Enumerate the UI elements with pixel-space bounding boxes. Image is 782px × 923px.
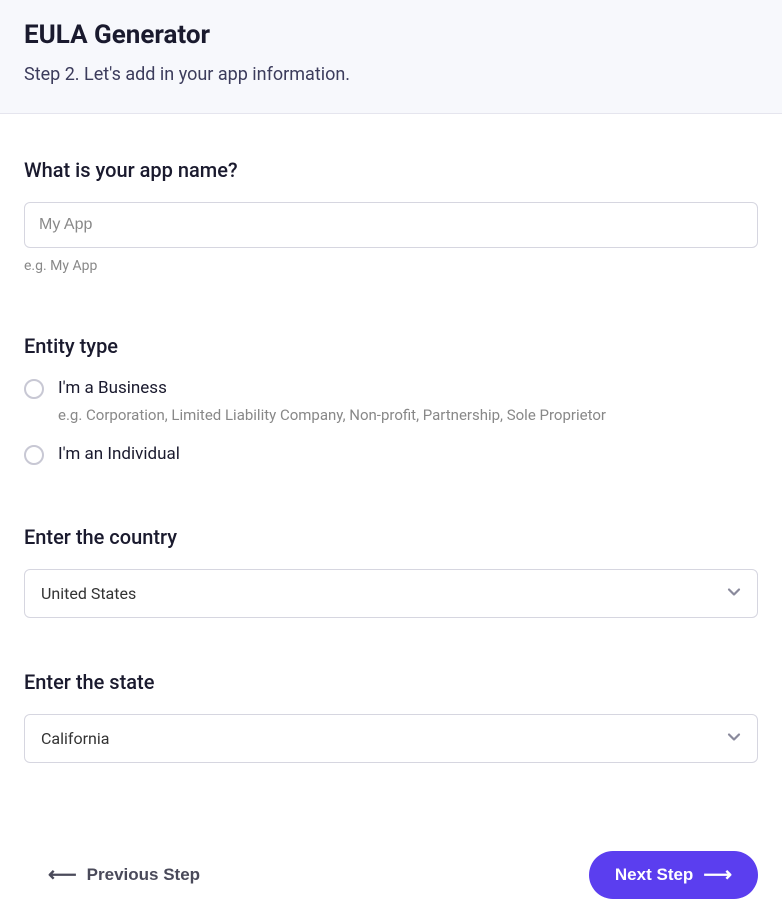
- country-selected-value: United States: [41, 584, 136, 603]
- app-name-label: What is your app name?: [24, 158, 758, 182]
- country-group: Enter the country United States: [24, 525, 758, 618]
- page-title: EULA Generator: [24, 20, 758, 50]
- radio-icon: [24, 445, 44, 465]
- page-subtitle: Step 2. Let's add in your app informatio…: [24, 64, 758, 85]
- country-select[interactable]: United States: [24, 569, 758, 618]
- app-name-input[interactable]: [24, 202, 758, 248]
- entity-type-individual-option[interactable]: I'm an Individual: [24, 444, 758, 465]
- state-select[interactable]: California: [24, 714, 758, 763]
- footer-nav: ⟵ Previous Step Next Step ⟶: [0, 851, 782, 923]
- entity-type-individual-label: I'm an Individual: [58, 444, 758, 464]
- app-name-group: What is your app name? e.g. My App: [24, 158, 758, 274]
- state-selected-value: California: [41, 729, 109, 748]
- state-select-wrapper: California: [24, 714, 758, 763]
- entity-type-label: Entity type: [24, 334, 758, 358]
- previous-step-label: Previous Step: [87, 865, 200, 885]
- country-select-wrapper: United States: [24, 569, 758, 618]
- entity-type-business-label: I'm a Business: [58, 378, 758, 398]
- previous-step-button[interactable]: ⟵ Previous Step: [24, 855, 224, 895]
- form-container: What is your app name? e.g. My App Entit…: [0, 114, 782, 851]
- entity-type-group: Entity type I'm a Business e.g. Corporat…: [24, 334, 758, 465]
- state-label: Enter the state: [24, 670, 758, 694]
- entity-type-business-option[interactable]: I'm a Business e.g. Corporation, Limited…: [24, 378, 758, 424]
- radio-icon: [24, 379, 44, 399]
- country-label: Enter the country: [24, 525, 758, 549]
- arrow-left-icon: ⟵: [48, 865, 77, 885]
- entity-type-business-hint: e.g. Corporation, Limited Liability Comp…: [58, 406, 758, 424]
- state-group: Enter the state California: [24, 670, 758, 763]
- arrow-right-icon: ⟶: [703, 865, 732, 885]
- next-step-button[interactable]: Next Step ⟶: [589, 851, 758, 899]
- next-step-label: Next Step: [615, 865, 693, 885]
- page-header: EULA Generator Step 2. Let's add in your…: [0, 0, 782, 114]
- app-name-hint: e.g. My App: [24, 258, 758, 274]
